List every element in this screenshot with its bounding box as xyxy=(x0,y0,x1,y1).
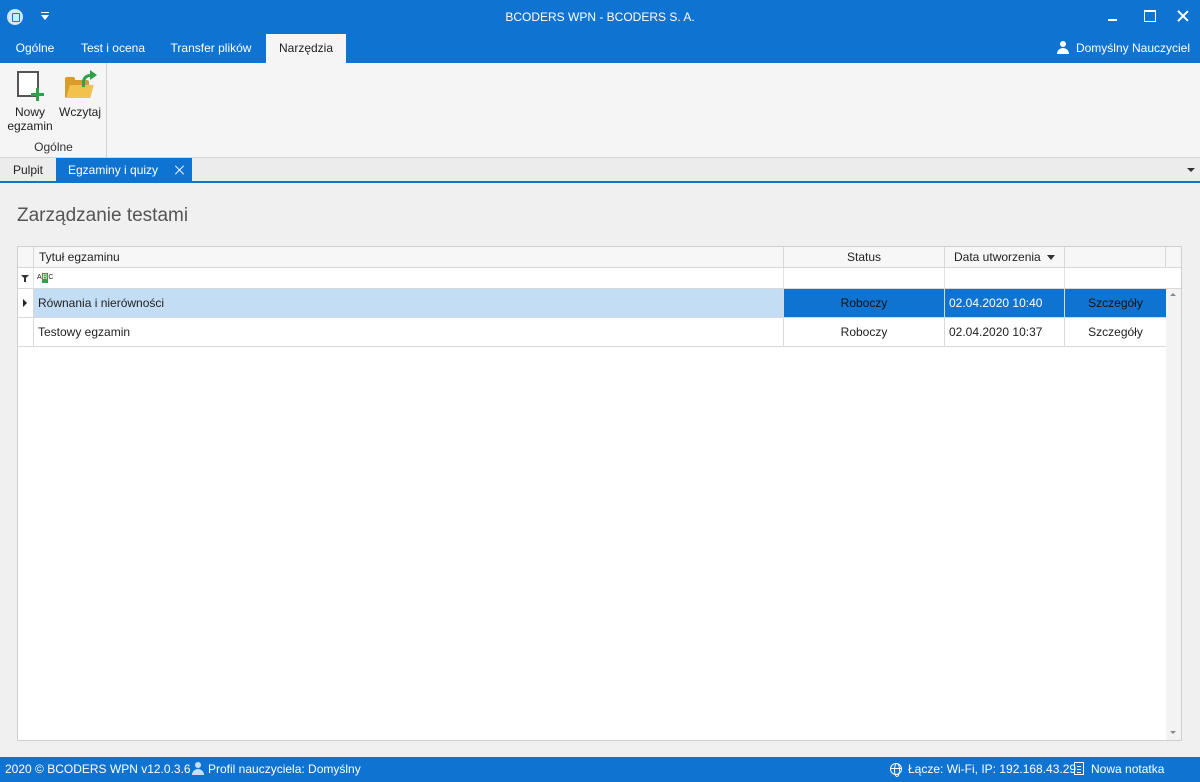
load-button[interactable]: Wczytaj xyxy=(57,63,103,135)
ribbon-tab-bar: Ogólne Test i ocena Transfer plików Narz… xyxy=(0,34,1200,63)
close-window-button[interactable] xyxy=(1172,6,1194,26)
filter-indicator-cell xyxy=(18,268,34,289)
doc-tab-egzaminy-i-quizy[interactable]: Egzaminy i quizy xyxy=(56,158,192,181)
table-row[interactable]: Testowy egzamin Roboczy 02.04.2020 10:37… xyxy=(18,318,1166,347)
row-indicator xyxy=(18,289,34,317)
status-connection: Łącze: Wi-Fi, IP: 192.168.43.29 xyxy=(890,757,1076,782)
document-tab-bar: Pulpit Egzaminy i quizy xyxy=(0,158,1200,181)
column-header-actions xyxy=(1065,247,1166,268)
column-header-date-label: Data utworzenia xyxy=(954,250,1041,264)
globe-icon xyxy=(890,763,902,777)
status-connection-label: Łącze: Wi-Fi, IP: 192.168.43.29 xyxy=(908,762,1077,776)
ribbon-tab-transfer-plikow[interactable]: Transfer plików xyxy=(156,34,266,63)
close-tab-icon[interactable] xyxy=(174,164,185,175)
status-profile[interactable]: Profil nauczyciela: Domyślny xyxy=(192,757,361,782)
title-bar: BCODERS WPN - BCODERS S. A. xyxy=(0,0,1200,34)
details-button[interactable]: Szczegóły xyxy=(1065,289,1166,317)
scroll-down-icon[interactable] xyxy=(1170,731,1176,734)
scroll-up-icon[interactable] xyxy=(1170,293,1176,296)
doc-tab-pulpit[interactable]: Pulpit xyxy=(0,158,56,181)
load-label: Wczytaj xyxy=(59,105,101,119)
sort-desc-icon xyxy=(1047,255,1055,260)
column-header-status[interactable]: Status xyxy=(784,247,945,268)
header-indicator-cell xyxy=(18,247,34,268)
user-menu[interactable]: Domyślny Nauczyciel xyxy=(1056,34,1190,63)
doc-tab-label: Egzaminy i quizy xyxy=(68,163,159,177)
ribbon-group-label: Ogólne xyxy=(34,140,73,154)
filter-icon xyxy=(21,275,29,282)
filter-row: ABC xyxy=(18,268,1181,289)
filter-date-field[interactable] xyxy=(945,268,1065,289)
cell-status[interactable]: Roboczy xyxy=(784,289,945,317)
exams-grid: Tytuł egzaminu Status Data utworzenia AB… xyxy=(17,246,1182,741)
note-icon xyxy=(1074,762,1084,775)
cell-date[interactable]: 02.04.2020 10:40 xyxy=(945,289,1065,317)
details-button[interactable]: Szczegóły xyxy=(1065,318,1166,346)
filter-actions-field xyxy=(1065,268,1181,289)
maximize-button[interactable] xyxy=(1138,6,1160,26)
user-name: Domyślny Nauczyciel xyxy=(1075,41,1190,55)
tabs-dropdown-icon[interactable] xyxy=(1187,168,1195,172)
ribbon-tab-narzedzia[interactable]: Narzędzia xyxy=(266,34,346,63)
minimize-button[interactable] xyxy=(1102,6,1124,26)
new-exam-label-line2: egzamin xyxy=(7,119,53,133)
status-bar: 2020 © BCODERS WPN v12.0.3.6 Profil nauc… xyxy=(0,757,1200,782)
vertical-scrollbar[interactable] xyxy=(1166,289,1181,740)
column-header-date[interactable]: Data utworzenia xyxy=(945,247,1065,268)
filter-status-field[interactable] xyxy=(784,268,945,289)
column-header-title[interactable]: Tytuł egzaminu xyxy=(34,247,784,268)
cell-title[interactable]: Testowy egzamin xyxy=(34,318,784,346)
ribbon-group-ogolne: Nowy egzamin Wczytaj Ogólne xyxy=(0,63,107,157)
new-exam-button[interactable]: Nowy egzamin xyxy=(2,63,58,135)
cell-date[interactable]: 02.04.2020 10:37 xyxy=(945,318,1065,346)
main-panel: Zarządzanie testami Tytuł egzaminu Statu… xyxy=(0,183,1200,757)
current-row-arrow-icon xyxy=(23,299,27,307)
cell-title[interactable]: Równania i nierówności xyxy=(34,289,784,317)
cell-status[interactable]: Roboczy xyxy=(784,318,945,346)
page-title: Zarządzanie testami xyxy=(17,205,189,226)
new-exam-label-line1: Nowy xyxy=(14,105,45,119)
ribbon-tab-test-i-ocena[interactable]: Test i ocena xyxy=(70,34,156,63)
status-copyright: 2020 © BCODERS WPN v12.0.3.6 xyxy=(5,762,191,776)
filter-title-field[interactable]: ABC xyxy=(34,268,784,289)
text-filter-icon: ABC xyxy=(37,273,54,283)
window-title: BCODERS WPN - BCODERS S. A. xyxy=(505,10,695,24)
status-profile-label: Profil nauczyciela: Domyślny xyxy=(208,762,361,776)
new-note-label: Nowa notatka xyxy=(1091,762,1165,776)
ribbon-tab-ogolne[interactable]: Ogólne xyxy=(0,34,70,63)
person-icon xyxy=(192,762,204,775)
table-row[interactable]: Równania i nierówności Roboczy 02.04.202… xyxy=(18,289,1166,318)
user-icon xyxy=(1056,41,1069,54)
new-note-button[interactable]: Nowa notatka xyxy=(1074,757,1164,782)
new-document-plus-icon xyxy=(17,71,44,101)
ribbon-panel: Nowy egzamin Wczytaj Ogólne xyxy=(0,63,1200,158)
open-folder-icon xyxy=(64,70,97,100)
row-indicator xyxy=(18,318,34,346)
grid-header: Tytuł egzaminu Status Data utworzenia xyxy=(18,247,1181,268)
